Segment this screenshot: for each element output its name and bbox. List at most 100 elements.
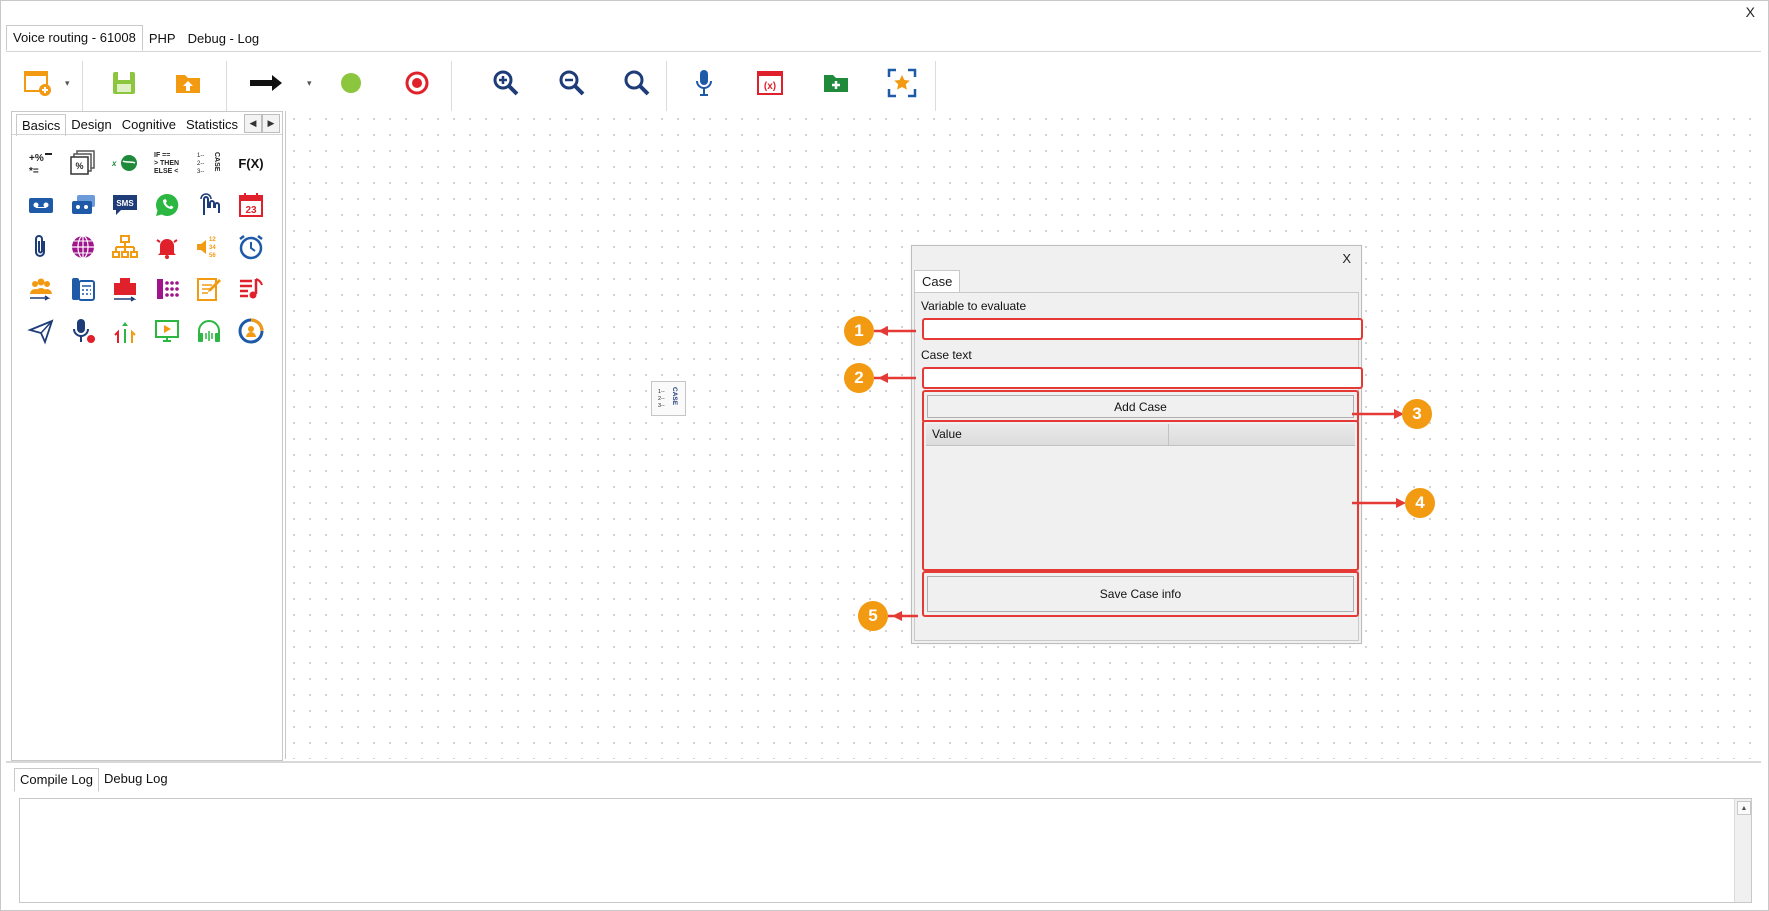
phone-keypad-icon <box>157 279 179 299</box>
palette-tab-statistics[interactable]: Statistics <box>181 114 243 136</box>
svg-text:+%: +% <box>29 153 44 164</box>
save-case-highlight: Save Case info <box>922 571 1359 617</box>
new-flow-button[interactable] <box>18 63 58 103</box>
case-list-icon: 1-- 2-- 3-- CASE <box>197 152 220 175</box>
variable-to-evaluate-input[interactable] <box>922 318 1363 340</box>
grid-column-value[interactable]: Value <box>926 424 1169 445</box>
dialog-close-button[interactable]: X <box>1342 251 1351 266</box>
palette-item-voicemail-list[interactable] <box>62 184 104 226</box>
palette-item-calculator[interactable]: +% *= <box>20 142 62 184</box>
palette-scroll-right[interactable]: ▶ <box>262 114 280 133</box>
new-dropdown-caret[interactable]: ▾ <box>65 78 70 89</box>
zoom-in-button[interactable] <box>486 63 526 103</box>
palette-item-record[interactable] <box>62 310 104 352</box>
palette-item-calendar[interactable]: 23 <box>230 184 272 226</box>
connector-arrow-button[interactable] <box>246 63 286 103</box>
variables-button[interactable]: (x) <box>750 63 790 103</box>
palette-item-department[interactable] <box>104 268 146 310</box>
zoom-out-icon <box>559 70 585 96</box>
log-splitter[interactable] <box>6 761 1761 763</box>
palette-item-phone-list[interactable] <box>62 268 104 310</box>
palette-item-global-variable[interactable]: x <box>104 142 146 184</box>
music-playlist-icon <box>240 278 263 299</box>
svg-text:> THEN: > THEN <box>154 160 179 167</box>
palette-item-dtmf-input[interactable] <box>188 184 230 226</box>
grid-column-empty[interactable] <box>1169 424 1355 445</box>
add-case-button[interactable]: Add Case <box>927 395 1354 418</box>
touch-finger-icon <box>200 193 220 215</box>
microphone-icon <box>696 70 712 96</box>
palette-item-play-numbers[interactable]: 12 34 56 <box>188 226 230 268</box>
svg-text:(x): (x) <box>764 81 776 92</box>
case-list-icon: 1-- 2-- 3-- CASE <box>658 387 678 409</box>
toolbar-separator <box>451 61 452 113</box>
palette-item-sms[interactable]: SMS <box>104 184 146 226</box>
zoom-reset-button[interactable] <box>617 63 657 103</box>
svg-text:CASE: CASE <box>671 387 678 406</box>
palette-tab-design[interactable]: Design <box>66 114 116 136</box>
save-button[interactable] <box>104 63 144 103</box>
palette-item-listen[interactable] <box>188 310 230 352</box>
palette-item-queue[interactable] <box>20 268 62 310</box>
math-operators-icon: +% *= <box>29 153 52 177</box>
voice-button[interactable] <box>684 63 724 103</box>
start-button[interactable] <box>331 63 371 103</box>
palette-item-schedule[interactable] <box>230 226 272 268</box>
palette-item-voicemail[interactable] <box>20 184 62 226</box>
palette-tab-cognitive[interactable]: Cognitive <box>117 114 181 136</box>
toolbar-separator <box>82 61 83 113</box>
dialog-tab-case[interactable]: Case <box>914 270 961 293</box>
tab-voice-routing[interactable]: Voice routing - 61008 <box>6 25 143 51</box>
palette-item-note[interactable] <box>188 268 230 310</box>
add-folder-button[interactable] <box>816 63 856 103</box>
paper-plane-icon <box>27 319 54 345</box>
palette-tab-basics[interactable]: Basics <box>16 114 67 136</box>
tab-compile-log[interactable]: Compile Log <box>14 768 99 792</box>
palette-item-send[interactable] <box>20 310 62 352</box>
palette-item-hierarchy[interactable] <box>104 226 146 268</box>
window-close-button[interactable]: X <box>1746 4 1755 20</box>
toolbar-separator <box>935 61 936 113</box>
compile-log-output[interactable]: ▲ <box>19 798 1752 903</box>
case-dialog: X Case Variable to evaluate Case text Ad… <box>911 245 1363 644</box>
palette-item-split-route[interactable] <box>104 310 146 352</box>
tab-debug-log[interactable]: Debug - Log <box>182 27 266 51</box>
palette-scroll-left[interactable]: ◀ <box>244 114 262 133</box>
tab-php[interactable]: PHP <box>143 27 182 51</box>
function-fx-icon: F(X) <box>238 156 263 171</box>
stop-button[interactable] <box>397 63 437 103</box>
svg-text:2--: 2-- <box>197 161 204 167</box>
new-window-icon <box>24 71 51 96</box>
palette-item-function[interactable]: F(X) <box>230 142 272 184</box>
palette-item-alarm[interactable] <box>146 226 188 268</box>
case-node[interactable]: 1-- 2-- 3-- CASE <box>651 381 686 416</box>
if-then-else-icon: IF == > THEN ELSE < <box>154 152 179 175</box>
palette-item-case[interactable]: 1-- 2-- 3-- CASE <box>188 142 230 184</box>
case-values-grid[interactable]: Value <box>922 420 1359 571</box>
palette-item-play-audio[interactable] <box>230 268 272 310</box>
percent-cards-icon: % <box>70 150 95 175</box>
log-scrollbar[interactable]: ▲ <box>1734 799 1751 902</box>
case-text-input[interactable] <box>922 367 1363 389</box>
palette-item-attachment[interactable] <box>20 226 62 268</box>
palette-item-extension[interactable] <box>146 268 188 310</box>
element-palette: Basics Design Cognitive Statistics ◀ ▶ +… <box>11 111 283 761</box>
palette-item-web-request[interactable] <box>62 226 104 268</box>
zoom-out-button[interactable] <box>552 63 592 103</box>
add-case-highlight: Add Case <box>922 390 1359 423</box>
save-case-info-button[interactable]: Save Case info <box>927 576 1354 612</box>
tab-debug-log-bottom[interactable]: Debug Log <box>99 768 173 792</box>
palette-item-percent-stack[interactable]: % <box>62 142 104 184</box>
callout-5: 5 <box>858 601 888 631</box>
upload-button[interactable] <box>168 63 208 103</box>
palette-item-media[interactable] <box>146 310 188 352</box>
palette-item-agent-status[interactable] <box>230 310 272 352</box>
svg-text:34: 34 <box>209 245 216 251</box>
scroll-up-arrow[interactable]: ▲ <box>1737 801 1751 815</box>
variable-window-icon: (x) <box>757 71 783 95</box>
palette-tabs-divider <box>12 134 282 135</box>
palette-item-if-then-else[interactable]: IF == > THEN ELSE < <box>146 142 188 184</box>
arrow-dropdown-caret[interactable]: ▾ <box>307 78 312 89</box>
palette-item-whatsapp[interactable] <box>146 184 188 226</box>
fit-to-screen-button[interactable] <box>882 63 922 103</box>
